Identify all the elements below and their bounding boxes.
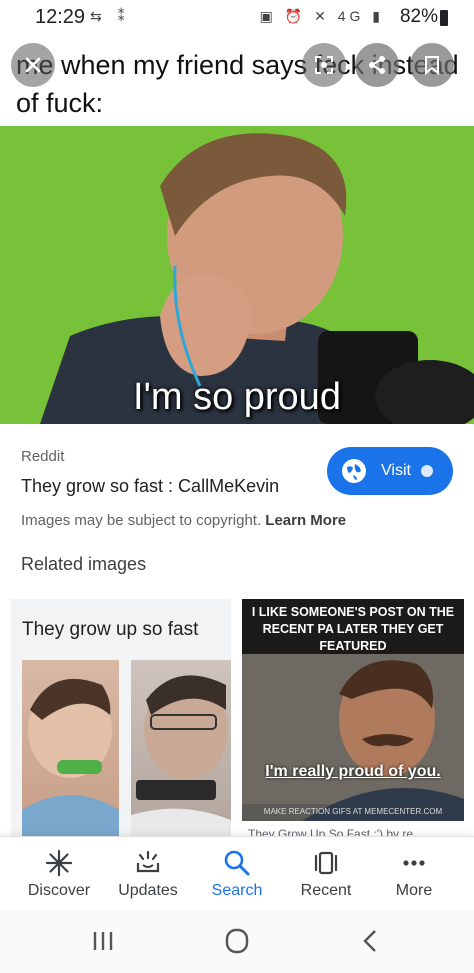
nav-more[interactable]: More	[369, 837, 459, 911]
related-image-1-text: They grow up so fast	[22, 619, 199, 640]
save-button[interactable]	[410, 43, 454, 87]
more-dots-icon	[403, 860, 425, 866]
baby-photo	[22, 660, 119, 839]
status-time: 12:29	[35, 6, 86, 28]
sync-icon: ⇆	[90, 8, 108, 24]
baby-picture	[22, 678, 119, 839]
lens-button[interactable]	[302, 43, 346, 87]
battery-percent: 82%	[399, 6, 438, 27]
nfc-icon: ▣	[259, 8, 277, 24]
nav-discover-label: Discover	[27, 882, 91, 899]
lens-icon	[315, 56, 333, 74]
nav-recent-label: Recent	[300, 882, 352, 899]
related-heading: Related images	[21, 554, 147, 574]
crying-man-picture	[131, 675, 231, 839]
system-navigation-bar	[0, 910, 474, 973]
status-left-icons: ⇆ ⁑	[90, 8, 131, 25]
updates-icon	[136, 850, 160, 873]
crying-man-photo	[131, 660, 231, 839]
battery-icon	[440, 10, 448, 26]
main-image[interactable]: I'm so proud	[0, 126, 474, 424]
share-icon	[369, 56, 385, 74]
related-image-2-footer: MAKE REACTION GIFS AT MEMECENTER.COM	[263, 807, 443, 816]
result-title[interactable]: They grow so fast : CallMeKevin	[21, 476, 279, 497]
nav-updates[interactable]: Updates	[103, 837, 193, 911]
image-caption: me when my friend says feck instead of f…	[16, 50, 459, 118]
copyright-notice: Images may be subject to copyright. Lear…	[21, 512, 346, 529]
image-caption-area: me when my friend says feck instead of f…	[0, 36, 474, 126]
related-image-2-top-text: I LIKE SOMEONE'S POST ON THE RECENT PA L…	[242, 599, 464, 654]
nav-more-label: More	[395, 882, 433, 899]
result-info: Reddit They grow so fast : CallMeKevin V…	[0, 424, 474, 544]
nav-discover[interactable]: Discover	[14, 837, 104, 911]
data-icon: ⁑	[117, 8, 131, 24]
4g-icon: 4G	[337, 8, 365, 24]
related-image-1[interactable]: They grow up so fast	[11, 599, 231, 839]
copyright-text: Images may be subject to copyright.	[21, 512, 262, 529]
recent-icon	[314, 851, 338, 875]
recent-apps-icon[interactable]	[88, 928, 118, 954]
result-source: Reddit	[21, 448, 65, 465]
nav-updates-label: Updates	[118, 882, 178, 899]
signal-icon: ▮	[372, 8, 384, 24]
mute-icon: ✕	[314, 8, 330, 24]
nav-search-label: Search	[211, 882, 263, 899]
screen: 12:29 ⇆ ⁑ ▣ ⏰ ✕ 4G ▮ 82% me when my frie…	[0, 0, 474, 973]
external-arrow-icon	[420, 465, 433, 477]
visit-button[interactable]: Visit	[327, 447, 453, 495]
search-icon	[224, 850, 250, 876]
asterisk-icon	[45, 849, 73, 877]
related-image-2[interactable]: I LIKE SOMEONE'S POST ON THE RECENT PA L…	[242, 599, 464, 821]
share-button[interactable]	[355, 43, 399, 87]
alarm-icon: ⏰	[284, 8, 307, 24]
nav-search[interactable]: Search	[192, 837, 282, 911]
bookmark-icon	[425, 56, 439, 75]
image-overlay-text: I'm so proud	[133, 376, 341, 418]
related-image-2-caption: I'm really proud of you.	[265, 763, 441, 780]
back-icon[interactable]	[356, 928, 386, 954]
close-icon	[25, 57, 41, 73]
status-bar: 12:29 ⇆ ⁑ ▣ ⏰ ✕ 4G ▮ 82%	[0, 0, 474, 36]
status-right-icons: ▣ ⏰ ✕ 4G ▮	[260, 8, 384, 25]
learn-more-link[interactable]: Learn More	[265, 512, 346, 529]
visit-label: Visit	[381, 462, 411, 479]
globe-icon	[342, 459, 366, 483]
bottom-navigation: Discover Updates Search Recent More	[0, 836, 474, 910]
nav-recent[interactable]: Recent	[281, 837, 371, 911]
close-button[interactable]	[11, 43, 55, 87]
home-icon[interactable]	[222, 928, 252, 954]
